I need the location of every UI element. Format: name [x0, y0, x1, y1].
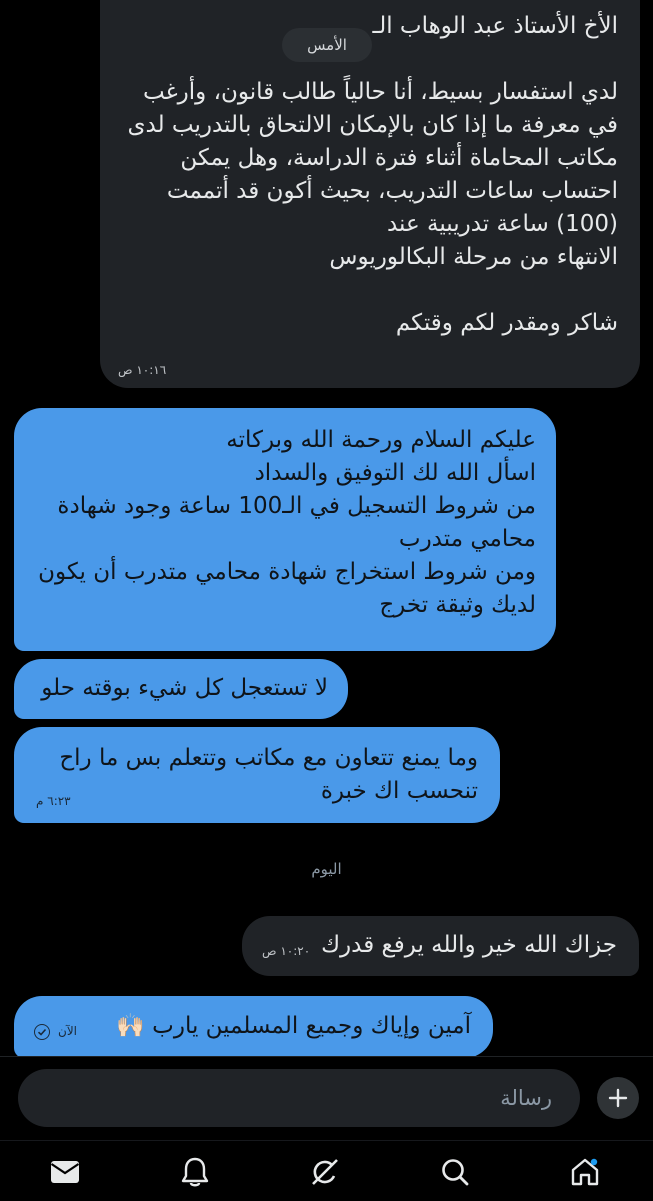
message-text: عليكم السلام ورحمة الله وبركاته اسأل الل…: [38, 427, 536, 618]
outgoing-message[interactable]: آمين وإياك وجميع المسلمين يارب 🙌🏻 الآن: [14, 996, 493, 1056]
message-time: ٦:٢٣ م: [36, 794, 71, 808]
incoming-message[interactable]: جزاك الله خير والله يرفع قدرك ١٠:٢٠ ص: [242, 916, 639, 976]
nav-notifications[interactable]: [178, 1155, 212, 1189]
message-text: وما يمنع تتعاون مع مكاتب وتتعلم بس ما را…: [59, 745, 478, 804]
outgoing-message[interactable]: عليكم السلام ورحمة الله وبركاته اسأل الل…: [14, 408, 556, 651]
message-time: الآن: [58, 1024, 77, 1038]
add-attachment-button[interactable]: [597, 1077, 639, 1119]
message-input-wrapper: [18, 1069, 580, 1127]
nav-grok[interactable]: [308, 1155, 342, 1189]
home-icon: [571, 1158, 599, 1186]
nav-search[interactable]: [438, 1155, 472, 1189]
incoming-message[interactable]: الأخ الأستاذ عبد الوهاب الـ لدي استفسار …: [100, 0, 640, 388]
messages-icon: [50, 1161, 80, 1183]
date-pill: الأمس: [282, 28, 372, 62]
nav-home[interactable]: [568, 1155, 602, 1189]
bottom-navigation: [0, 1140, 653, 1201]
composer: [0, 1056, 653, 1140]
message-text: آمين وإياك وجميع المسلمين يارب 🙌🏻: [116, 1013, 471, 1039]
outgoing-message[interactable]: لا تستعجل كل شيء بوقته حلو: [14, 659, 348, 719]
grok-icon: [312, 1159, 338, 1185]
outgoing-message[interactable]: وما يمنع تتعاون مع مكاتب وتتعلم بس ما را…: [14, 727, 500, 823]
read-check-icon: [34, 1024, 50, 1040]
message-input[interactable]: [18, 1069, 580, 1127]
message-text: لا تستعجل كل شيء بوقته حلو: [41, 675, 328, 701]
chat-thread: الأخ الأستاذ عبد الوهاب الـ لدي استفسار …: [0, 0, 653, 1056]
plus-icon: [608, 1088, 628, 1108]
bell-icon: [181, 1157, 209, 1187]
day-separator: اليوم: [311, 860, 342, 878]
message-text: جزاك الله خير والله يرفع قدرك: [321, 932, 617, 958]
divider: [0, 1056, 653, 1057]
nav-messages[interactable]: [48, 1155, 82, 1189]
message-text: الأخ الأستاذ عبد الوهاب الـ لدي استفسار …: [127, 13, 619, 336]
message-time: ١٠:٢٠ ص: [262, 944, 311, 958]
message-time: ١٠:١٦ ص: [118, 363, 167, 377]
search-icon: [442, 1159, 469, 1186]
